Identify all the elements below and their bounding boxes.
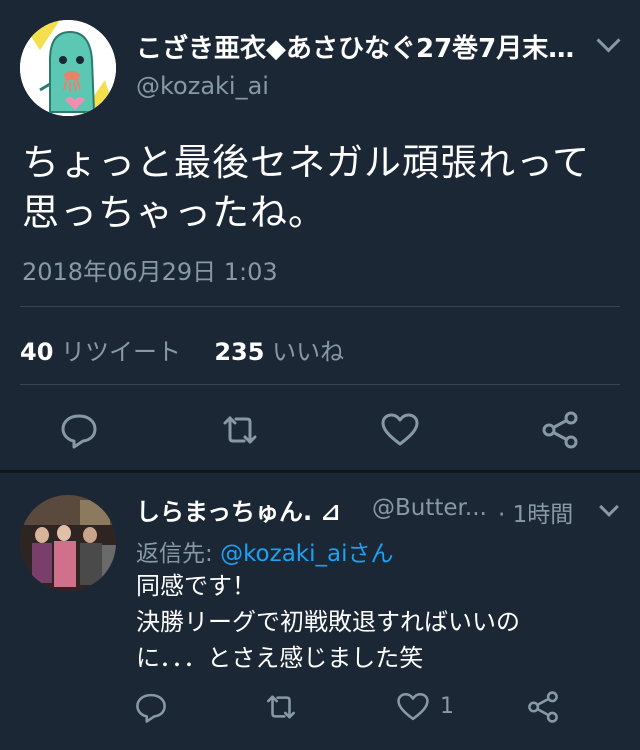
reply-to-line: 返信先: @kozaki_aiさん [136,534,394,568]
chevron-down-icon[interactable] [596,28,621,53]
divider [20,384,620,385]
reply-avatar-photo [20,495,116,591]
avatar[interactable] [20,20,116,116]
main-tweet: こざき亜衣◆あさひなぐ27巻7月末… @kozaki_ai ちょっと最後セネガル… [0,0,640,472]
tweet-actions [0,410,640,450]
like-count[interactable]: 235 [214,338,264,366]
reply-time[interactable]: · 1時間 [498,495,573,529]
reply-actions: 1 [0,690,640,726]
reply-icon[interactable] [59,410,99,450]
tweet-stats: 40 リツイート 235 いいね [20,332,344,367]
share-icon[interactable] [526,690,566,730]
tweet-text-line: 思っちゃったね。 [22,191,326,234]
avatar-illustration [20,20,116,116]
retweet-icon[interactable] [264,690,304,730]
heart-icon[interactable] [396,690,436,730]
heart-icon[interactable] [380,410,420,450]
share-icon[interactable] [540,410,580,450]
reply-text: 同感です！ 決勝リーグで初戦敗退すればいいの に．．．とさえ感じました笑 [136,568,616,676]
retweet-count[interactable]: 40 [20,338,53,366]
reply-to-handle[interactable]: @kozaki_ai [220,541,347,567]
chevron-down-icon[interactable] [599,497,619,517]
timestamp[interactable]: 2018年06月29日 1:03 [22,252,278,287]
tweet-text-line: ちょっと最後セネガル頑張れって [22,141,591,184]
tweet-text: ちょっと最後セネガル頑張れって 思っちゃったね。 [22,138,622,238]
retweet-icon[interactable] [220,410,260,450]
reply-display-name[interactable]: しらまっちゅん. ⊿ [136,492,341,527]
reply-text-line: に．．．とさえ感じました笑 [136,644,424,672]
divider [20,306,620,307]
like-label[interactable]: いいね [272,338,344,366]
reply-text-line: 決勝リーグで初戦敗退すればいいの [136,608,520,636]
reply-like-count[interactable]: 1 [440,694,454,719]
reply-icon[interactable] [134,690,174,730]
reply-handle[interactable]: @Butter... [372,495,487,521]
display-name[interactable]: こざき亜衣◆あさひなぐ27巻7月末… [136,28,576,65]
reply-to-label: 返信先: [136,541,213,567]
reply-avatar[interactable] [20,495,116,591]
section-separator [0,470,640,473]
reply-text-line: 同感です！ [136,572,256,600]
reply-to-suffix: さん [347,541,394,567]
retweet-label[interactable]: リツイート [61,338,181,366]
user-handle[interactable]: @kozaki_ai [136,72,269,100]
